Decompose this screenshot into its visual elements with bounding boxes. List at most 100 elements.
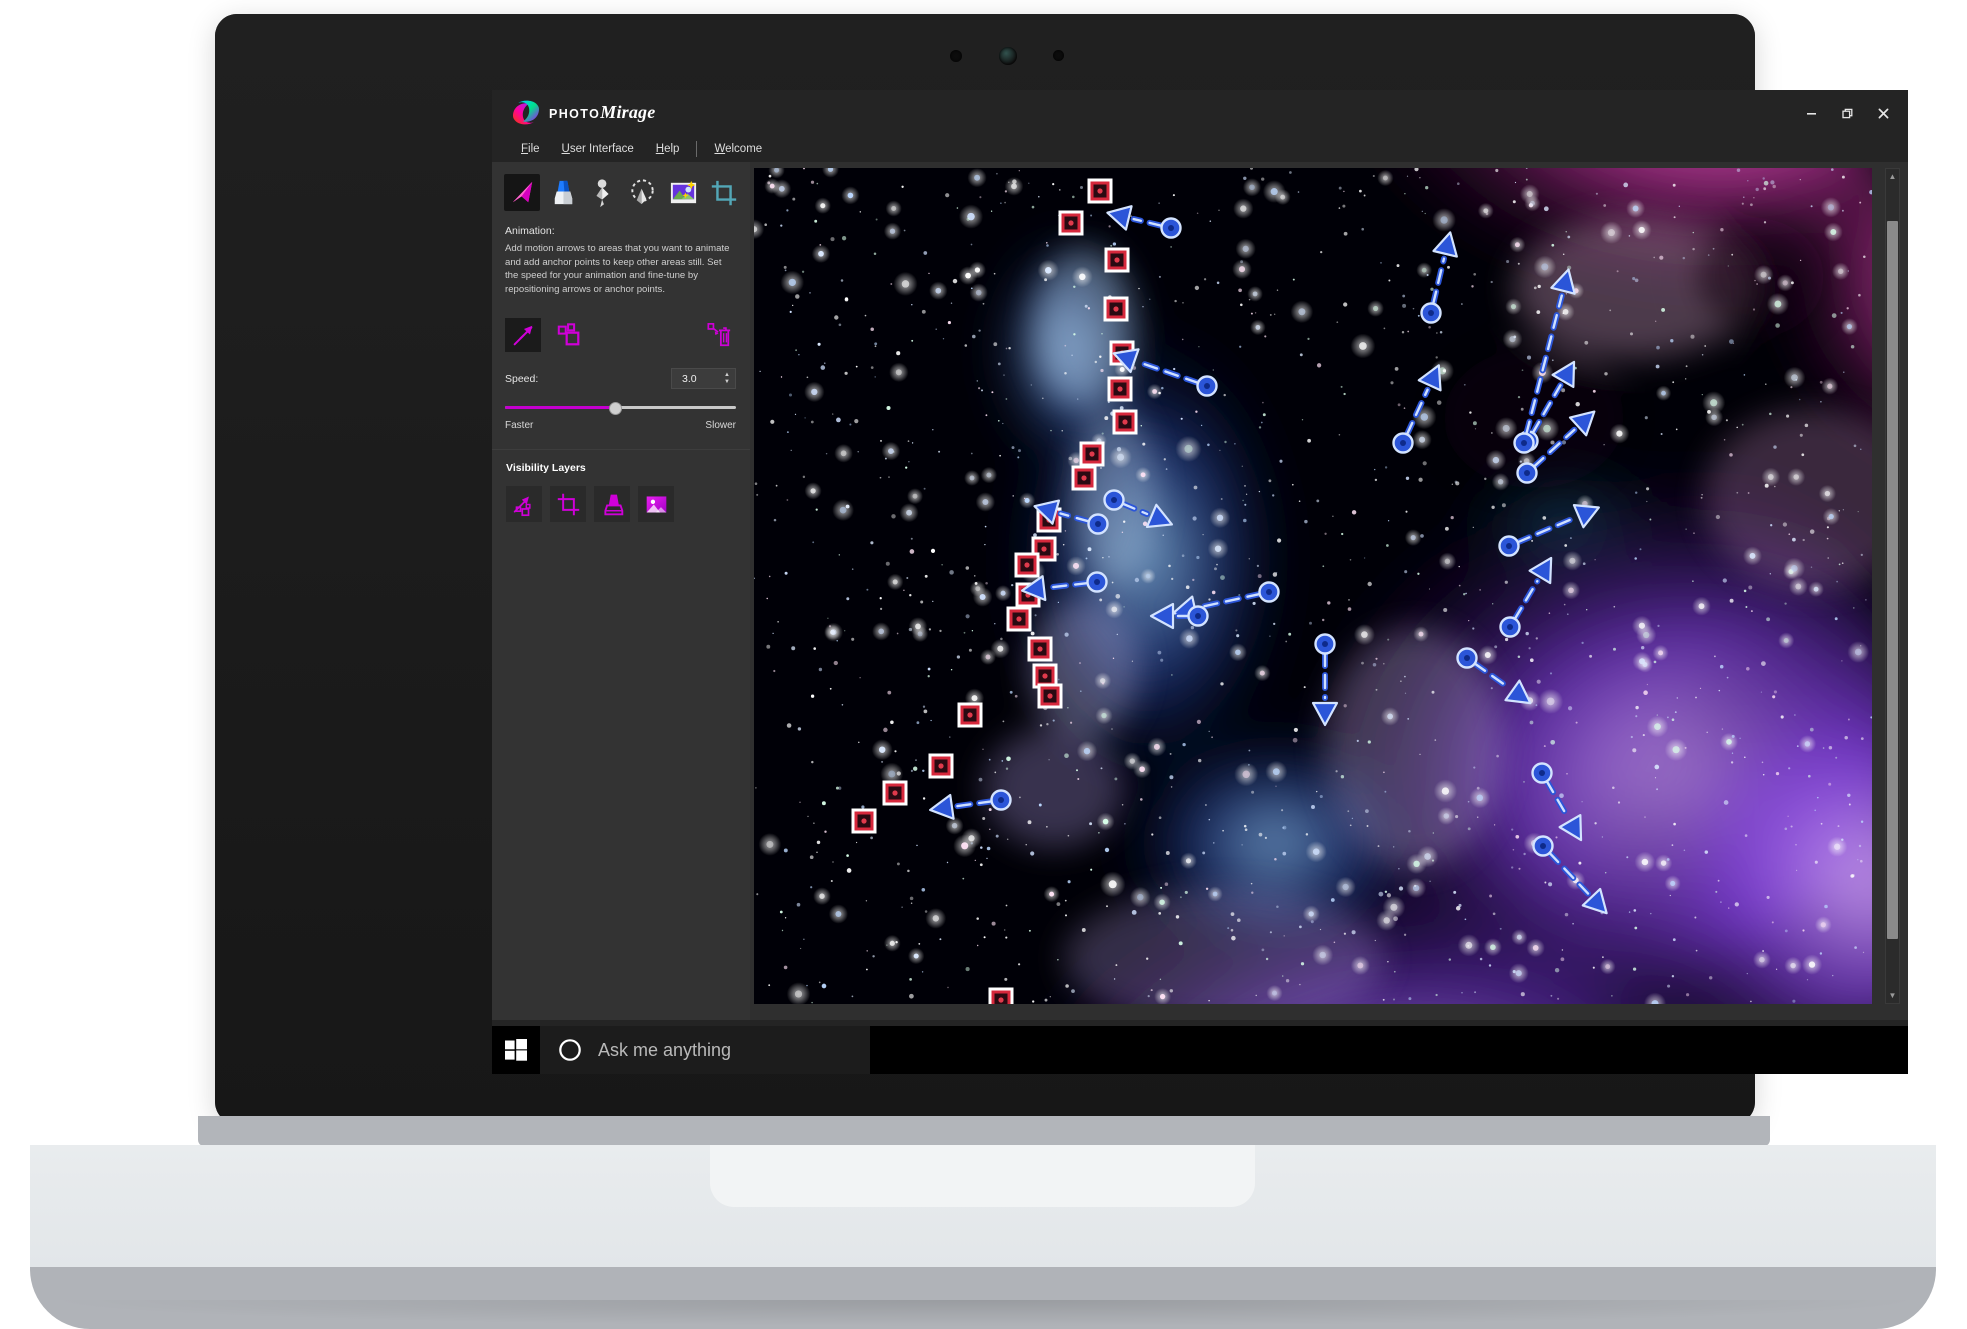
- layer-arrows-anchors-icon: [512, 492, 537, 517]
- eraser-tool[interactable]: [544, 174, 580, 211]
- crop-icon: [709, 178, 739, 208]
- cortana-search-box[interactable]: Ask me anything: [540, 1026, 870, 1074]
- ambient-sensor-icon: [950, 50, 962, 62]
- nebula-photo: [754, 168, 1872, 1004]
- anchor-squares-icon: [556, 322, 582, 348]
- speed-faster-label: Faster: [505, 420, 533, 431]
- speed-spinner[interactable]: ▲ ▼: [724, 373, 735, 385]
- anchor-point[interactable]: [1008, 608, 1030, 630]
- minimize-button[interactable]: [1794, 97, 1828, 129]
- menu-item-help[interactable]: Help: [645, 140, 691, 158]
- menu-bar: File User Interface Help Welcome: [492, 136, 1908, 162]
- layer-image-button[interactable]: [638, 486, 674, 522]
- canvas-vertical-scrollbar[interactable]: ▲ ▼: [1885, 168, 1900, 1004]
- delete-trash-icon: [706, 322, 732, 348]
- layer-crop-overlay-button[interactable]: [550, 486, 586, 522]
- canvas-area: ▲ ▼ ◀ ▶: [750, 162, 1908, 1074]
- selection-lasso-tool[interactable]: [625, 174, 661, 211]
- animation-heading: Animation:: [505, 225, 736, 237]
- vertical-scroll-thumb[interactable]: [1887, 221, 1898, 939]
- anchor-point[interactable]: [853, 810, 875, 832]
- speed-label: Speed:: [505, 373, 538, 385]
- menu-label-user-interface: ser Interface: [570, 143, 634, 155]
- cortana-placeholder: Ask me anything: [598, 1040, 731, 1061]
- crop-tool[interactable]: [706, 174, 742, 211]
- laptop-mockup-scene: PHOTOMirage: [0, 0, 1967, 1321]
- mode-tray: [492, 296, 750, 352]
- scroll-down-icon[interactable]: ▼: [1886, 989, 1899, 1002]
- start-button[interactable]: [492, 1026, 540, 1074]
- cortana-circle-icon: [558, 1038, 582, 1062]
- layer-eraser-icon: [600, 492, 625, 517]
- speed-row: Speed: 3.0 ▲ ▼: [505, 368, 736, 389]
- anchor-point[interactable]: [1060, 212, 1082, 234]
- menu-label-help: elp: [664, 143, 679, 155]
- tool-tray: [492, 162, 750, 219]
- anchor-pin-icon: [589, 178, 617, 208]
- photomirage-logo-icon: [511, 99, 541, 126]
- anchor-point-tool[interactable]: [585, 174, 621, 211]
- menu-label-file: ile: [528, 143, 540, 155]
- webcam-icon: [999, 47, 1017, 65]
- anchor-point[interactable]: [959, 704, 981, 726]
- anchor-point[interactable]: [1029, 638, 1051, 660]
- anchor-point[interactable]: [930, 755, 952, 777]
- speed-slider[interactable]: [505, 403, 736, 413]
- spinner-down-icon[interactable]: ▼: [724, 380, 730, 385]
- laptop-lid: PHOTOMirage: [215, 14, 1755, 1124]
- menu-item-welcome[interactable]: Welcome: [703, 140, 773, 158]
- layer-arrows-anchors-button[interactable]: [506, 486, 542, 522]
- menu-label-welcome: elcome: [725, 143, 762, 155]
- anchor-point[interactable]: [1114, 411, 1136, 433]
- anchor-point[interactable]: [1109, 378, 1131, 400]
- eraser-icon: [547, 177, 578, 208]
- anchor-point[interactable]: [1073, 467, 1095, 489]
- menu-divider: [696, 141, 697, 157]
- anchor-point[interactable]: [1106, 249, 1128, 271]
- speed-value[interactable]: 3.0: [672, 373, 724, 385]
- title-bar: PHOTOMirage: [492, 90, 1908, 136]
- speed-slider-labels: Faster Slower: [505, 420, 736, 431]
- windows-logo-icon: [505, 1039, 527, 1061]
- restore-button[interactable]: [1830, 97, 1864, 129]
- restore-icon: [1842, 108, 1853, 119]
- speed-slider-thumb[interactable]: [609, 402, 622, 415]
- brand-photo: PHOTO: [549, 107, 600, 121]
- layer-stabilization-mask-button[interactable]: [594, 486, 630, 522]
- anchor-point[interactable]: [1105, 298, 1127, 320]
- app-title: PHOTOMirage: [549, 102, 655, 123]
- image-canvas[interactable]: [754, 168, 1872, 1004]
- anchor-point[interactable]: [884, 782, 906, 804]
- ir-sensor-icon: [1053, 50, 1064, 61]
- anchor-point-mode-button[interactable]: [551, 318, 587, 352]
- motion-arrow-mode-button[interactable]: [505, 318, 541, 352]
- laptop-shadow: [60, 1300, 1910, 1326]
- close-button[interactable]: [1866, 97, 1900, 129]
- speed-stepper[interactable]: 3.0 ▲ ▼: [671, 368, 736, 389]
- scroll-up-icon[interactable]: ▲: [1886, 170, 1899, 183]
- visibility-layers-title: Visibility Layers: [492, 450, 750, 474]
- laptop-hinge: [198, 1116, 1770, 1146]
- menu-item-user-interface[interactable]: User Interface: [551, 140, 645, 158]
- speed-slower-label: Slower: [705, 420, 736, 431]
- anchor-point[interactable]: [1089, 180, 1111, 202]
- laptop-trackpad-notch: [710, 1145, 1255, 1207]
- delete-all-button[interactable]: [702, 318, 736, 352]
- menu-item-file[interactable]: File: [510, 140, 551, 158]
- speed-slider-fill: [505, 406, 614, 409]
- app-body: Animation: Add motion arrows to areas th…: [492, 162, 1908, 1074]
- brand-mirage: Mirage: [600, 102, 655, 122]
- motion-arrow-mode-icon: [510, 322, 536, 348]
- laptop-screen: PHOTOMirage: [492, 90, 1908, 1074]
- window-controls: [1794, 90, 1900, 136]
- anchor-point[interactable]: [990, 989, 1012, 1004]
- image-effects-icon: [668, 177, 699, 208]
- anchor-point[interactable]: [1081, 443, 1103, 465]
- left-tool-panel: Animation: Add motion arrows to areas th…: [492, 162, 750, 1074]
- anchor-point[interactable]: [1016, 554, 1038, 576]
- anchor-point[interactable]: [1039, 685, 1061, 707]
- spinner-up-icon[interactable]: ▲: [724, 373, 730, 378]
- image-effects-tool[interactable]: [665, 174, 701, 211]
- minimize-icon: [1806, 108, 1817, 119]
- motion-arrow-tool[interactable]: [504, 174, 540, 211]
